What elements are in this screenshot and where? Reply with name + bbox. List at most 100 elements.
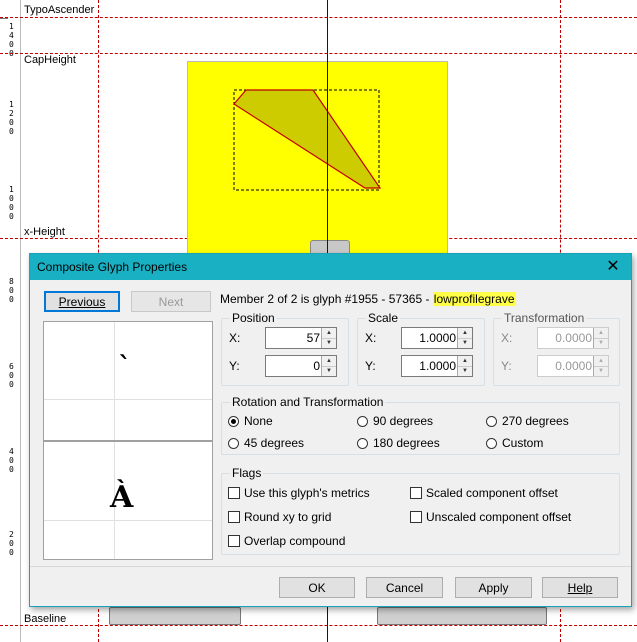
grave-accent-outline[interactable] bbox=[187, 61, 447, 261]
apply-label: Apply bbox=[478, 581, 509, 595]
position-y-label: Y: bbox=[229, 359, 240, 373]
member-info-text: Member 2 of 2 is glyph #1955 - 57365 - bbox=[220, 292, 433, 306]
rotation-270-label: 270 degrees bbox=[502, 414, 569, 428]
base-glyph-left-foot bbox=[109, 607, 241, 625]
composite-glyph-dialog: Composite Glyph Properties ✕ Previous Ne… bbox=[29, 253, 632, 607]
rotation-custom-label: Custom bbox=[502, 436, 544, 450]
flags-group: Flags Use this glyph's metrics Scaled co… bbox=[221, 466, 620, 555]
glyph-name-highlight: lowprofilegrave bbox=[432, 292, 516, 306]
round-xy-label: Round xy to grid bbox=[244, 510, 332, 524]
transformation-y-value: 0.0000 bbox=[555, 359, 592, 373]
cancel-button[interactable]: Cancel bbox=[366, 577, 443, 598]
spin-down-icon[interactable]: ▼ bbox=[322, 366, 336, 376]
scale-group: Scale X: 1.0000 ▲ ▼ Y: 1.0000 ▲ ▼ bbox=[357, 311, 485, 386]
help-label: Help bbox=[567, 581, 593, 595]
rotation-90-label: 90 degrees bbox=[373, 414, 434, 428]
checkbox-icon bbox=[228, 535, 240, 547]
cancel-label: Cancel bbox=[385, 581, 424, 595]
spin-down-icon[interactable]: ▼ bbox=[458, 338, 472, 348]
ruler-tick bbox=[0, 18, 8, 19]
unscaled-offset-checkbox[interactable]: Unscaled component offset bbox=[410, 510, 571, 524]
ruler-label-800: 800 bbox=[9, 277, 14, 304]
rotation-270-radio[interactable]: 270 degrees bbox=[486, 414, 569, 428]
apply-button[interactable]: Apply bbox=[455, 577, 532, 598]
rotation-90-radio[interactable]: 90 degrees bbox=[357, 414, 433, 428]
scaled-offset-checkbox[interactable]: Scaled component offset bbox=[410, 486, 558, 500]
ok-button[interactable]: OK bbox=[279, 577, 355, 598]
scale-y-label: Y: bbox=[365, 359, 376, 373]
rotation-180-radio[interactable]: 180 degrees bbox=[357, 436, 440, 450]
dialog-title: Composite Glyph Properties bbox=[37, 260, 188, 274]
rotation-label: Rotation and Transformation bbox=[230, 395, 386, 409]
rotation-group: Rotation and Transformation None 90 degr… bbox=[221, 395, 620, 455]
rotation-45-radio[interactable]: 45 degrees bbox=[228, 436, 304, 450]
baseline-label: Baseline bbox=[24, 613, 67, 625]
overlap-compound-label: Overlap compound bbox=[244, 534, 346, 548]
transformation-x-spinner[interactable]: 0.0000 ▲ ▼ bbox=[537, 327, 609, 349]
position-x-value: 57 bbox=[306, 331, 320, 345]
ok-label: OK bbox=[308, 581, 326, 595]
cap-height-guide bbox=[0, 53, 637, 54]
transformation-y-spinner[interactable]: 0.0000 ▲ ▼ bbox=[537, 355, 609, 377]
typo-ascender-label: TypoAscender bbox=[24, 4, 95, 16]
checkbox-icon bbox=[228, 511, 240, 523]
component-preview: ` bbox=[43, 321, 213, 441]
checkbox-icon bbox=[410, 487, 422, 499]
position-y-value: 0 bbox=[313, 359, 320, 373]
position-x-spinner[interactable]: 57 ▲ ▼ bbox=[265, 327, 337, 349]
transformation-x-value: 0.0000 bbox=[555, 331, 592, 345]
scaled-offset-label: Scaled component offset bbox=[426, 486, 558, 500]
position-group: Position X: 57 ▲ ▼ Y: 0 ▲ ▼ bbox=[221, 311, 349, 386]
help-button[interactable]: Help bbox=[542, 577, 618, 598]
position-label: Position bbox=[230, 311, 277, 325]
checkbox-icon bbox=[410, 511, 422, 523]
spin-down-icon[interactable]: ▼ bbox=[594, 366, 608, 376]
scale-x-label: X: bbox=[365, 331, 377, 345]
use-metrics-checkbox[interactable]: Use this glyph's metrics bbox=[228, 486, 370, 500]
spin-down-icon[interactable]: ▼ bbox=[458, 366, 472, 376]
button-bar-divider bbox=[30, 566, 631, 567]
x-height-label: x-Height bbox=[24, 226, 65, 238]
previous-button[interactable]: Previous bbox=[44, 291, 120, 312]
ruler-label-200: 200 bbox=[9, 530, 14, 557]
cap-height-label: CapHeight bbox=[24, 54, 76, 66]
rotation-custom-radio[interactable]: Custom bbox=[486, 436, 543, 450]
spin-down-icon[interactable]: ▼ bbox=[594, 338, 608, 348]
grave-preview-glyph: ` bbox=[118, 352, 131, 382]
radio-icon bbox=[486, 437, 497, 449]
transformation-group: Transformation X: 0.0000 ▲ ▼ Y: 0.0000 ▲ ▼ bbox=[493, 311, 620, 386]
rotation-none-label: None bbox=[244, 414, 273, 428]
a-grave-preview-glyph: À bbox=[110, 480, 134, 515]
use-metrics-label: Use this glyph's metrics bbox=[244, 486, 370, 500]
round-xy-checkbox[interactable]: Round xy to grid bbox=[228, 510, 331, 524]
radio-icon bbox=[228, 437, 239, 449]
next-button[interactable]: Next bbox=[131, 291, 211, 312]
rotation-180-label: 180 degrees bbox=[373, 436, 440, 450]
scale-y-spinner[interactable]: 1.0000 ▲ ▼ bbox=[401, 355, 473, 377]
ruler-label-600: 600 bbox=[9, 362, 14, 389]
ruler-label-1200: 1200 bbox=[9, 100, 14, 136]
scale-label: Scale bbox=[366, 311, 401, 325]
typo-ascender-guide bbox=[0, 17, 637, 18]
vertical-ruler: 1400 1200 1000 800 600 400 200 bbox=[0, 0, 21, 642]
dialog-titlebar[interactable]: Composite Glyph Properties ✕ bbox=[30, 254, 631, 280]
transformation-y-label: Y: bbox=[501, 359, 512, 373]
flags-label: Flags bbox=[230, 466, 264, 480]
base-glyph-right-foot bbox=[377, 607, 547, 625]
position-x-label: X: bbox=[229, 331, 241, 345]
radio-icon bbox=[357, 415, 368, 427]
position-y-spinner[interactable]: 0 ▲ ▼ bbox=[265, 355, 337, 377]
scale-x-spinner[interactable]: 1.0000 ▲ ▼ bbox=[401, 327, 473, 349]
close-icon[interactable]: ✕ bbox=[603, 257, 623, 277]
transformation-x-label: X: bbox=[501, 331, 513, 345]
ruler-label-1000: 1000 bbox=[9, 185, 14, 221]
unscaled-offset-label: Unscaled component offset bbox=[426, 510, 572, 524]
scale-y-value: 1.0000 bbox=[419, 359, 456, 373]
overlap-compound-checkbox[interactable]: Overlap compound bbox=[228, 534, 345, 548]
grave-shape bbox=[233, 89, 382, 189]
spin-down-icon[interactable]: ▼ bbox=[322, 338, 336, 348]
rotation-none-radio[interactable]: None bbox=[228, 414, 273, 428]
checkbox-icon bbox=[228, 487, 240, 499]
composite-preview: À bbox=[43, 441, 213, 560]
rotation-45-label: 45 degrees bbox=[244, 436, 305, 450]
